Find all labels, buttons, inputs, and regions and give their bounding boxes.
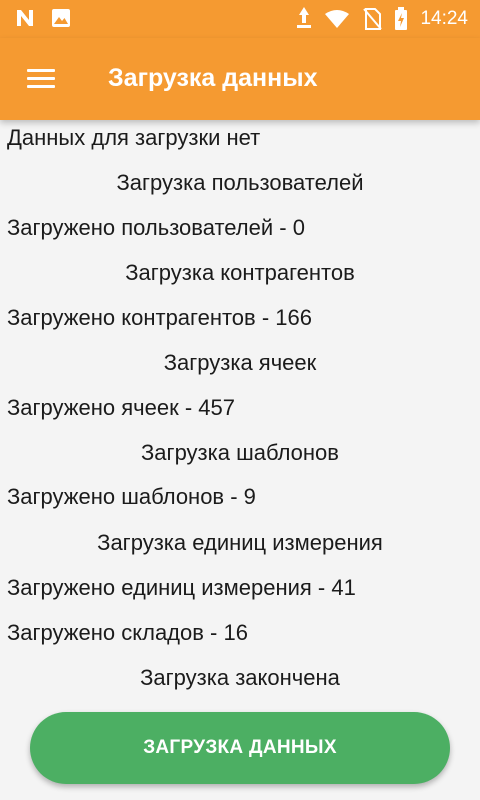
log-line: Загрузка пользователей xyxy=(116,170,364,195)
log-line: Загружено пользователей - 0 xyxy=(7,215,305,240)
upload-antenna-icon xyxy=(296,6,312,32)
n-notification-icon xyxy=(14,7,36,29)
log-line: Загрузка единиц измерения xyxy=(97,530,383,555)
hamburger-menu-icon[interactable] xyxy=(20,65,62,93)
status-bar: 14:24 xyxy=(0,0,480,38)
log-line: Загружено шаблонов - 9 xyxy=(7,484,256,509)
log-line: Загружено складов - 16 xyxy=(7,620,248,645)
status-bar-right: 14:24 xyxy=(296,6,468,32)
load-log: Данных для загрузки нет Загрузка пользов… xyxy=(0,120,480,700)
wifi-icon xyxy=(324,9,350,29)
log-line: Загружено контрагентов - 166 xyxy=(7,305,312,330)
battery-charging-icon xyxy=(394,7,408,31)
load-data-button[interactable]: ЗАГРУЗКА ДАННЫХ xyxy=(30,712,450,784)
log-line: Данных для загрузки нет xyxy=(7,125,261,150)
app-bar: Загрузка данных xyxy=(0,38,480,120)
page-title: Загрузка данных xyxy=(108,64,318,92)
log-line: Загрузка шаблонов xyxy=(141,440,339,465)
image-notification-icon xyxy=(50,7,72,29)
log-line: Загрузка закончена xyxy=(140,665,340,690)
log-line: Загружено ячеек - 457 xyxy=(7,395,235,420)
log-line: Загружено единиц измерения - 41 xyxy=(7,575,356,600)
status-bar-left xyxy=(14,7,72,29)
no-sim-icon xyxy=(362,7,383,31)
log-line: Загрузка контрагентов xyxy=(125,260,355,285)
status-time: 14:24 xyxy=(420,8,468,29)
log-line: Загрузка ячеек xyxy=(163,350,317,375)
